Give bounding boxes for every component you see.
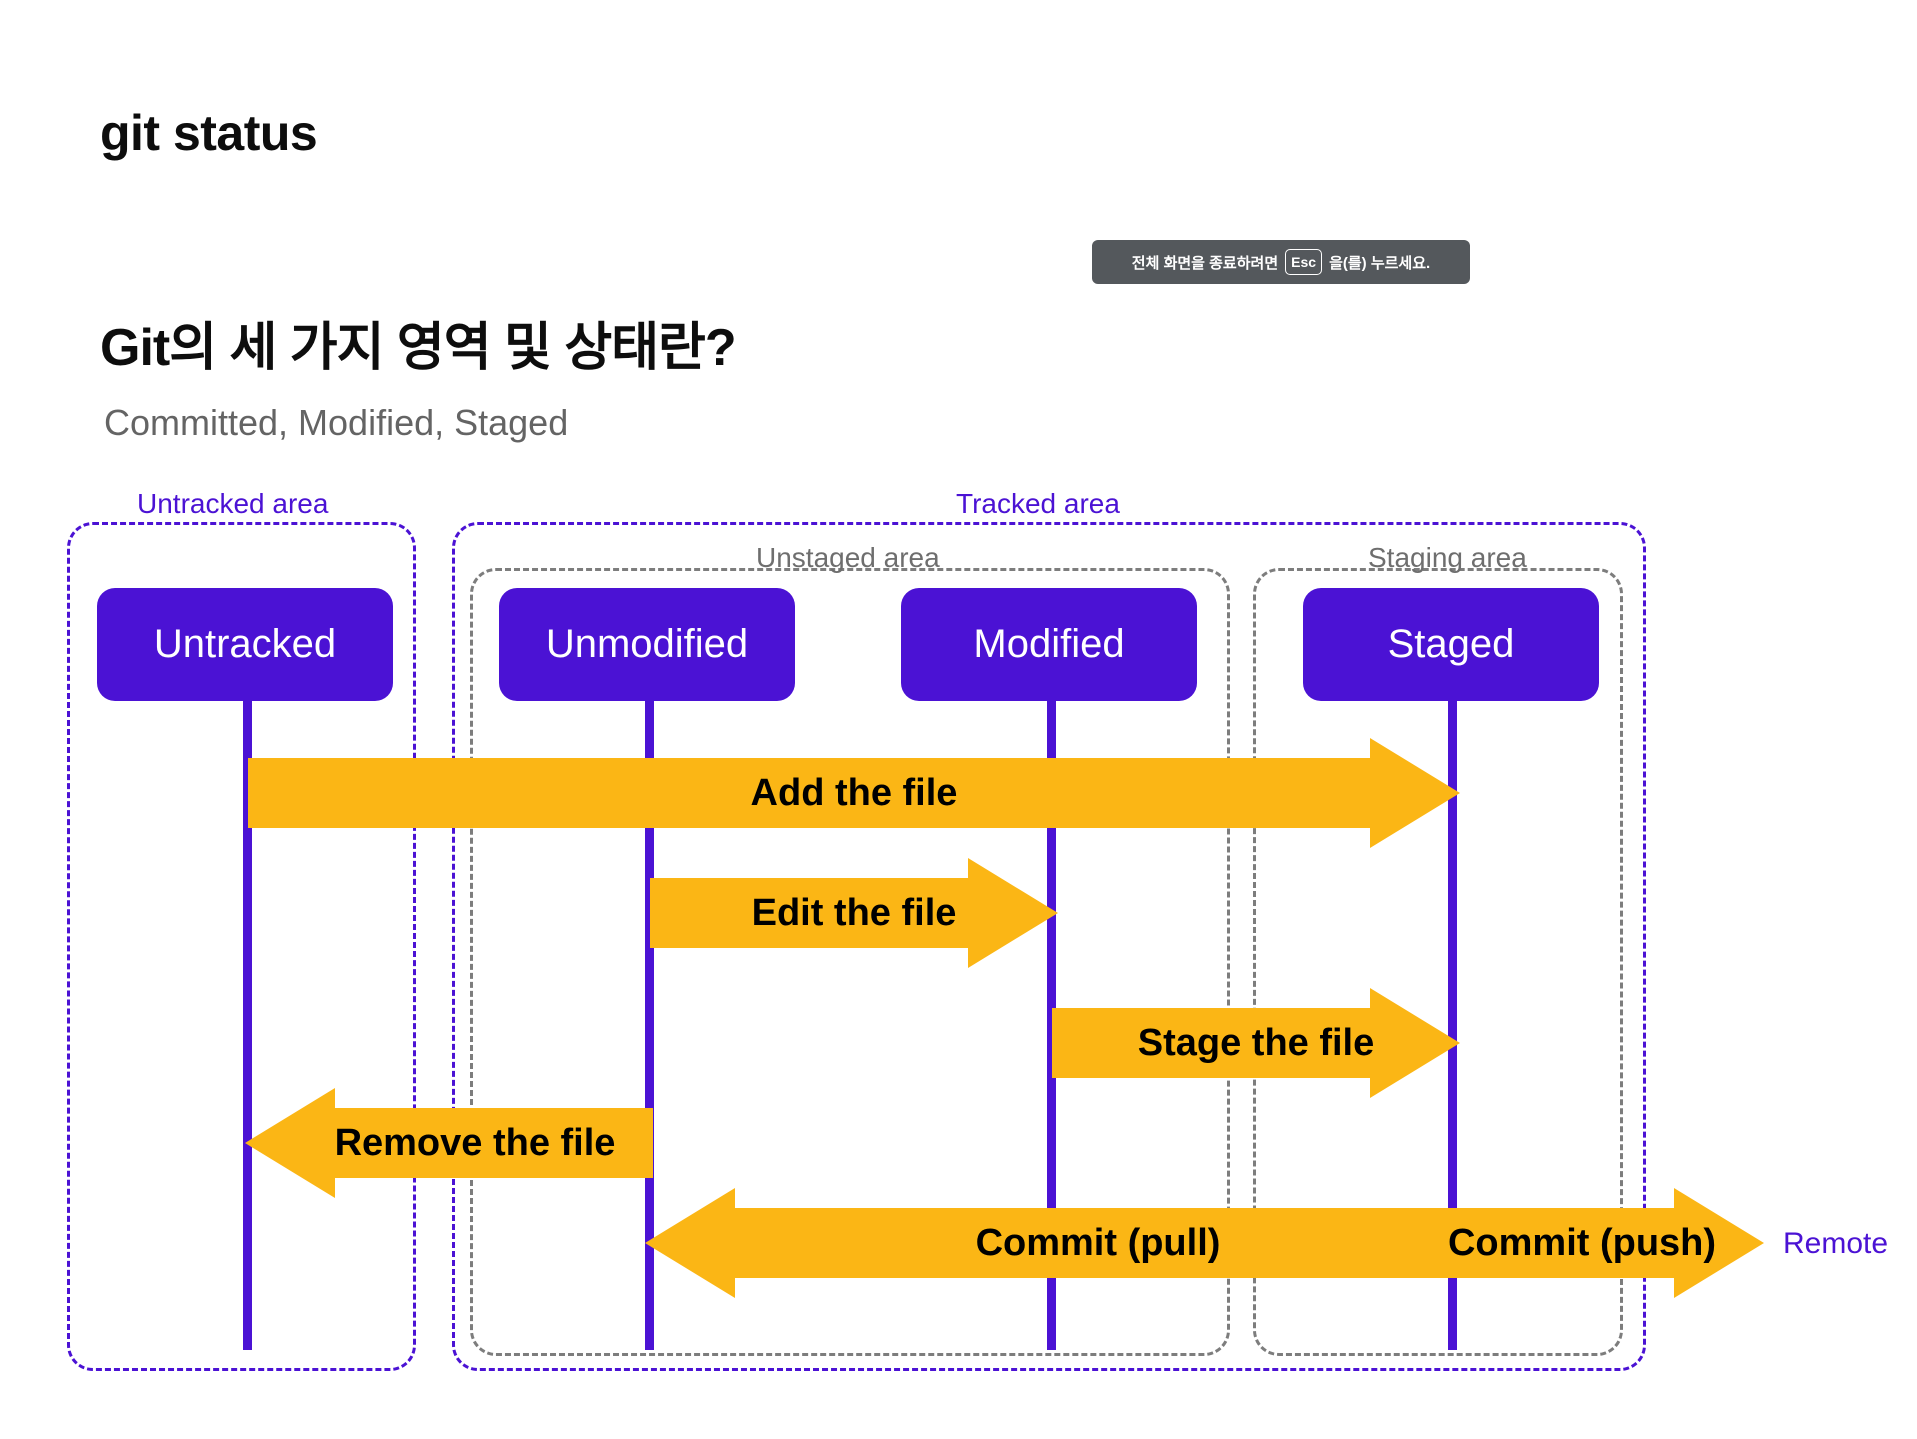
lifeline-untracked bbox=[243, 590, 252, 1350]
arrow-label-edit-the-file: Edit the file bbox=[751, 891, 957, 934]
state-box-modified[interactable]: Modified bbox=[901, 588, 1197, 701]
unstaged-area-label: Unstaged area bbox=[756, 542, 940, 573]
state-box-untracked[interactable]: Untracked bbox=[97, 588, 393, 701]
arrow-label-add-the-file: Add the file bbox=[750, 771, 958, 814]
arrow-label-commit-pull: Commit (pull) bbox=[975, 1221, 1221, 1264]
arrow-label-stage-the-file: Stage the file bbox=[1137, 1021, 1375, 1064]
state-label-unmodified: Unmodified bbox=[545, 622, 749, 666]
arrow-label-commit-push: Commit (push) bbox=[1447, 1221, 1717, 1264]
arrow-label-remove-the-file: Remove the file bbox=[334, 1121, 616, 1164]
git-areas-diagram: Untracked area Tracked area Unstaged are… bbox=[0, 0, 1917, 1439]
remote-label: Remote bbox=[1783, 1227, 1889, 1260]
state-label-untracked: Untracked bbox=[153, 622, 337, 666]
slide-canvas: git status Git의 세 가지 영역 및 상태란? Committed… bbox=[0, 0, 1917, 1439]
state-label-modified: Modified bbox=[973, 622, 1125, 666]
arrow-commit-push[interactable]: Commit (push) bbox=[1448, 1188, 1764, 1298]
arrow-edit-the-file[interactable]: Edit the file bbox=[650, 858, 1058, 968]
untracked-area-label: Untracked area bbox=[137, 488, 329, 519]
tracked-area-label: Tracked area bbox=[956, 488, 1120, 519]
arrow-stage-the-file[interactable]: Stage the file bbox=[1052, 988, 1460, 1098]
state-box-unmodified[interactable]: Unmodified bbox=[499, 588, 795, 701]
arrow-remove-the-file[interactable]: Remove the file bbox=[245, 1088, 653, 1198]
arrow-add-the-file[interactable]: Add the file bbox=[248, 738, 1460, 848]
state-label-staged: Staged bbox=[1387, 622, 1515, 666]
staging-area-label: Staging area bbox=[1368, 542, 1527, 573]
state-box-staged[interactable]: Staged bbox=[1303, 588, 1599, 701]
arrow-commit-pull[interactable]: Commit (pull) bbox=[645, 1188, 1455, 1298]
